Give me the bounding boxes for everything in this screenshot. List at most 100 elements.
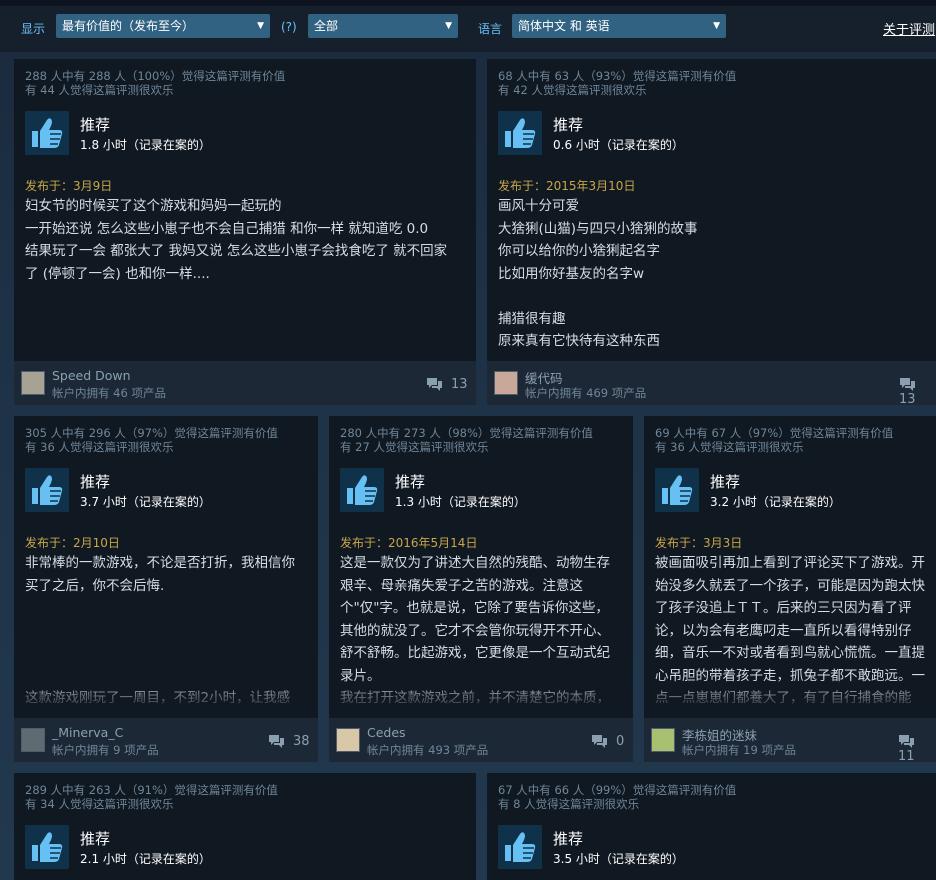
helpful-count: 69 人中有 67 人（97%）觉得这篇评测有价值 xyxy=(655,426,894,440)
text-fade xyxy=(329,678,633,718)
display-label: 显示 xyxy=(21,22,46,36)
review-text-line: 画风十分可爱 xyxy=(498,198,579,214)
author-name[interactable]: Cedes xyxy=(367,725,406,740)
review-text-line: 始没多久就丢了一个孩子，可能是因为跑太快 xyxy=(655,577,925,594)
review-footer: _Minerva_C 帐户内拥有 9 项产品 38 xyxy=(14,718,318,762)
posted-date: 发布于：3月3日 xyxy=(655,536,743,550)
review-verdict[interactable]: 推荐 xyxy=(553,828,583,849)
language-dropdown[interactable]: 简体中文 和 英语 ▼ xyxy=(512,14,726,38)
avatar[interactable] xyxy=(494,371,518,395)
about-reviews-link[interactable]: 关于评测 xyxy=(883,19,935,38)
helpful-count: 305 人中有 296 人（97%）觉得这篇评测有价值 xyxy=(25,426,278,440)
posted-date: 发布于：2015年3月10日 xyxy=(498,179,636,193)
helpful-summary: 288 人中有 288 人（100%）觉得这篇评测有价值 有 44 人觉得这篇评… xyxy=(25,69,285,97)
review-text-line: 个"仅"字。也就是说，它除了要告诉你这些， xyxy=(340,600,609,616)
funny-count: 有 34 人觉得这篇评测很欢乐 xyxy=(25,797,174,811)
helpful-count: 67 人中有 66 人（99%）觉得这篇评测有价值 xyxy=(498,783,737,797)
helpful-summary: 289 人中有 263 人（91%）觉得这篇评测有价值 有 34 人觉得这篇评测… xyxy=(25,783,278,811)
avatar[interactable] xyxy=(21,728,45,752)
review-footer: Speed Down 帐户内拥有 46 项产品 13 xyxy=(14,361,476,405)
playtime: 2.1 小时（记录在案的） xyxy=(80,852,211,866)
author-name[interactable]: _Minerva_C xyxy=(52,725,123,740)
review-text-line: 捕猎很有趣 xyxy=(498,310,566,327)
review-text-line: 结果玩了一会 都张大了 我妈又说 怎么这些小崽子会找食吃了 就不回家 xyxy=(25,243,448,259)
playtime: 3.7 小时（记录在案的） xyxy=(80,495,211,509)
thumbs-up-icon xyxy=(498,825,542,869)
review-text-line xyxy=(25,597,295,620)
funny-count: 有 36 人觉得这篇评测很欢乐 xyxy=(655,440,804,454)
playtime: 3.5 小时（记录在案的） xyxy=(553,852,684,866)
comments-link[interactable]: 11 xyxy=(898,734,936,762)
review-verdict[interactable]: 推荐 xyxy=(80,114,110,135)
help-link[interactable]: (?) xyxy=(281,20,297,34)
posted-date: 发布于：3月9日 xyxy=(25,179,113,193)
funny-count: 有 36 人觉得这篇评测很欢乐 xyxy=(25,440,174,454)
review-text-line: 了孩子没追上ＴＴ。后来的三只因为看了评 xyxy=(655,600,912,616)
thumbs-up-icon xyxy=(25,111,69,155)
review-card[interactable]: 67 人中有 66 人（99%）觉得这篇评测有价值 有 8 人觉得这篇评测很欢乐… xyxy=(487,773,936,880)
author-name[interactable]: Speed Down xyxy=(52,368,131,383)
owned-products: 帐户内拥有 493 项产品 xyxy=(367,743,489,757)
review-text-line: 舒不舒畅。比起游戏，它更像是一个互动式纪 xyxy=(340,645,610,661)
avatar[interactable] xyxy=(21,371,45,395)
comments-link[interactable]: 0 xyxy=(591,734,624,749)
helpful-summary: 68 人中有 63 人（93%）觉得这篇评测有价值 有 42 人觉得这篇评测很欢… xyxy=(498,69,736,97)
thumbs-up-icon xyxy=(498,111,542,155)
playtime: 3.2 小时（记录在案的） xyxy=(710,495,841,509)
review-verdict[interactable]: 推荐 xyxy=(553,114,583,135)
review-verdict[interactable]: 推荐 xyxy=(80,471,110,492)
comments-link[interactable]: 13 xyxy=(899,377,936,405)
funny-count: 有 8 人觉得这篇评测很欢乐 xyxy=(498,797,640,811)
text-fade xyxy=(14,678,318,718)
review-text-line: 艰辛、母亲痛失爱子之苦的游戏。注意这 xyxy=(340,577,583,594)
posted-date: 发布于：2月10日 xyxy=(25,536,120,550)
comments-link[interactable]: 13 xyxy=(426,377,468,392)
comment-icon xyxy=(592,735,607,748)
review-text-line: 一开始还说 怎么这些小崽子也不会自己捕猎 和你一样 就知道吃 0.0 xyxy=(25,220,429,237)
avatar[interactable] xyxy=(651,728,675,752)
helpful-summary: 67 人中有 66 人（99%）觉得这篇评测有价值 有 8 人觉得这篇评测很欢乐 xyxy=(498,783,736,811)
sort-dropdown[interactable]: 最有价值的（发布至今） ▼ xyxy=(56,14,270,38)
review-text-line: 妇女节的时候买了这个游戏和妈妈一起玩的 xyxy=(25,198,282,214)
thumbs-up-icon xyxy=(340,468,384,512)
review-text-line: 这是一款仅为了讲述大自然的残酷、动物生存 xyxy=(340,555,610,571)
review-text-line: 论，以为会有老鹰叼走一直所以看得特别仔 xyxy=(655,622,912,639)
language-dropdown-value: 简体中文 和 英语 xyxy=(518,19,610,33)
owned-products: 帐户内拥有 46 项产品 xyxy=(52,386,166,400)
owned-products: 帐户内拥有 19 项产品 xyxy=(682,743,796,757)
owned-products: 帐户内拥有 469 项产品 xyxy=(525,386,647,400)
review-verdict[interactable]: 推荐 xyxy=(710,471,740,492)
review-text-line: 比如用你好基友的名字w xyxy=(498,265,645,282)
comments-link[interactable]: 38 xyxy=(268,734,310,749)
text-fade xyxy=(644,678,936,718)
comment-count: 11 xyxy=(898,749,915,762)
review-footer: Cedes 帐户内拥有 493 项产品 0 xyxy=(329,718,633,762)
comment-count: 38 xyxy=(293,734,310,749)
filter-bar: 显示 最有价值的（发布至今） ▼ (?) 全部 ▼ 语言 简体中文 和 英语 ▼… xyxy=(0,6,936,52)
funny-count: 有 44 人觉得这篇评测很欢乐 xyxy=(25,83,174,97)
thumbs-up-icon xyxy=(655,468,699,512)
review-footer: 李栋姐的迷妹 帐户内拥有 19 项产品 11 xyxy=(644,718,936,762)
review-card[interactable]: 288 人中有 288 人（100%）觉得这篇评测有价值 有 44 人觉得这篇评… xyxy=(14,59,476,405)
comment-count: 13 xyxy=(451,377,468,392)
chevron-down-icon: ▼ xyxy=(257,21,264,31)
review-card[interactable]: 68 人中有 63 人（93%）觉得这篇评测有价值 有 42 人觉得这篇评测很欢… xyxy=(487,59,936,405)
playtime: 0.6 小时（记录在案的） xyxy=(553,138,684,152)
review-verdict[interactable]: 推荐 xyxy=(395,471,425,492)
review-text-line: 原来真有它快待有这种东西 xyxy=(498,333,660,349)
review-verdict[interactable]: 推荐 xyxy=(80,828,110,849)
review-card[interactable]: 305 人中有 296 人（97%）觉得这篇评测有价值 有 36 人觉得这篇评测… xyxy=(14,416,318,762)
thumbs-up-icon xyxy=(25,468,69,512)
type-dropdown[interactable]: 全部 ▼ xyxy=(308,14,458,38)
review-card[interactable]: 289 人中有 263 人（91%）觉得这篇评测有价值 有 34 人觉得这篇评测… xyxy=(14,773,476,880)
review-card[interactable]: 280 人中有 273 人（98%）觉得这篇评测有价值 有 27 人觉得这篇评测… xyxy=(329,416,633,762)
review-text-line: 其他的就没了。它才不会管你玩得开不开心、 xyxy=(340,622,610,639)
review-text-line: 你可以给你的小猞猁起名字 xyxy=(498,243,660,259)
review-text-line: 细，音乐一不对或者看到鸟就心慌慌。一直提 xyxy=(655,645,925,661)
avatar[interactable] xyxy=(336,728,360,752)
review-card[interactable]: 69 人中有 67 人（97%）觉得这篇评测有价值 有 36 人觉得这篇评测很欢… xyxy=(644,416,936,762)
comment-icon xyxy=(427,378,442,391)
comment-count: 13 xyxy=(899,392,916,405)
type-dropdown-value: 全部 xyxy=(314,19,339,33)
review-text-line: 被画面吸引再加上看到了评论买下了游戏。开 xyxy=(655,555,925,571)
